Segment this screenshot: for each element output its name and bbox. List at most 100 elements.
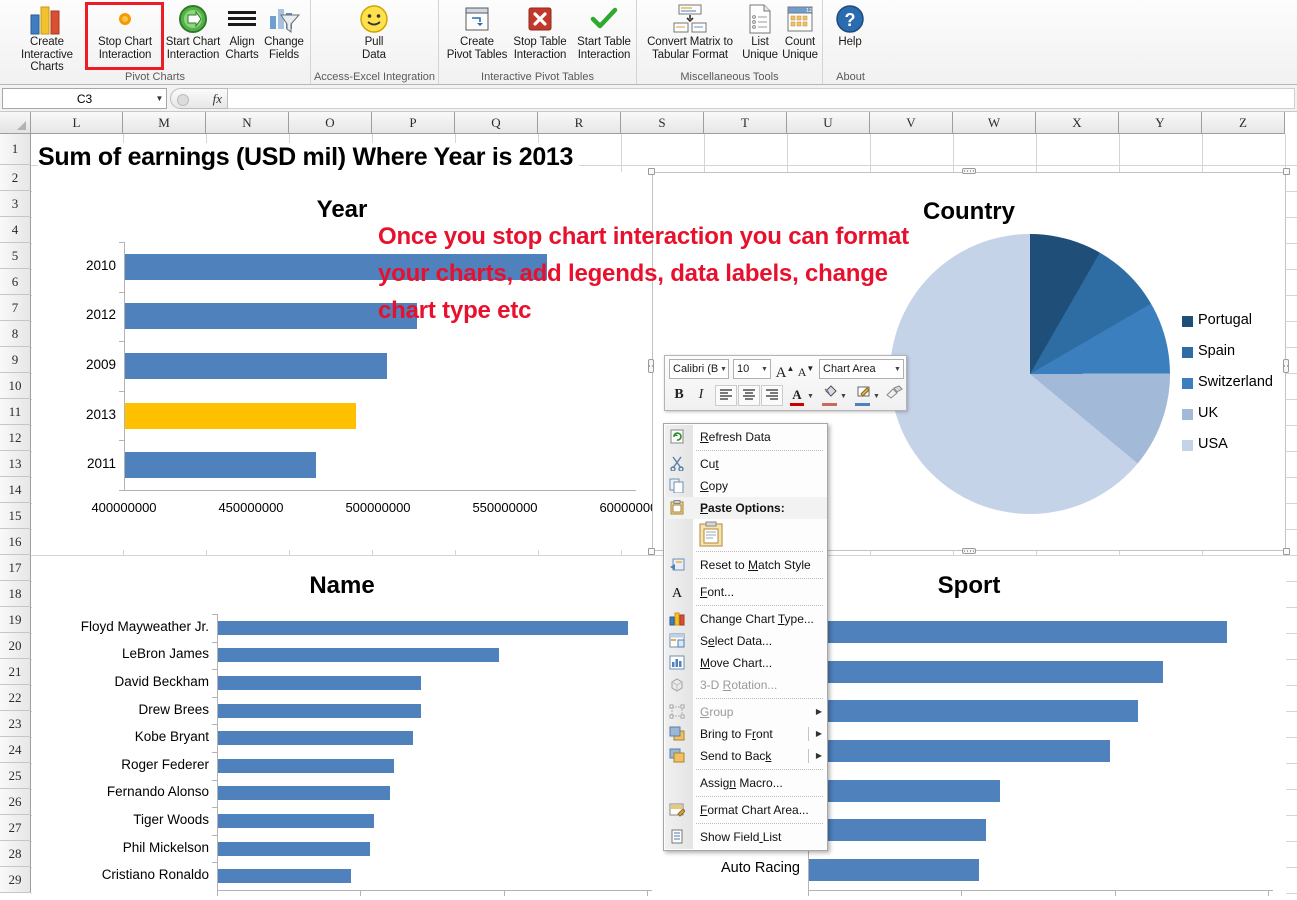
menu-item-font[interactable]: A Font... [664, 581, 827, 603]
row-header-28[interactable]: 28 [0, 841, 31, 867]
bar-2009[interactable] [125, 353, 387, 379]
align-right-icon[interactable] [761, 385, 783, 406]
bar-roger-federer[interactable] [218, 758, 394, 773]
row-header-3[interactable]: 3 [0, 191, 31, 217]
bar[interactable] [809, 660, 1163, 683]
align-left-icon[interactable] [715, 385, 737, 406]
bar[interactable] [809, 779, 1001, 802]
name-chart[interactable]: Name Floyd Mayweather Jr. LeBron James Dav… [32, 556, 652, 900]
row-header-17[interactable]: 17 [0, 555, 31, 581]
menu-item-refresh-data[interactable]: Refresh Data [664, 426, 827, 448]
row-header-27[interactable]: 27 [0, 815, 31, 841]
convert-matrix-button[interactable]: Convert Matrix to Tabular Format [642, 2, 738, 68]
column-header-R[interactable]: R [538, 112, 621, 134]
bar-phil-mickelson[interactable] [218, 841, 371, 856]
row-header-29[interactable]: 29 [0, 867, 31, 893]
font-name-dropdown-icon[interactable]: ▼ [720, 366, 727, 373]
row-header-18[interactable]: 18 [0, 581, 31, 607]
menu-item-format-chart-area[interactable]: Format Chart Area... [664, 799, 827, 821]
column-header-W[interactable]: W [953, 112, 1036, 134]
row-header-10[interactable]: 10 [0, 373, 31, 399]
resize-handle-mid[interactable] [962, 548, 976, 554]
chart-element-selector[interactable]: Chart Area [819, 359, 904, 379]
column-header-P[interactable]: P [372, 112, 455, 134]
legend-label-usa[interactable]: USA [1198, 436, 1228, 452]
menu-item-bring-to-front[interactable]: Bring to Front ▶ [664, 723, 827, 745]
bar[interactable] [809, 740, 1110, 762]
row-header-15[interactable]: 15 [0, 503, 31, 529]
row-header-1[interactable]: 1 [0, 134, 31, 165]
chart-element-dropdown-icon[interactable]: ▼ [894, 366, 901, 373]
legend-label-portugal[interactable]: Portugal [1198, 312, 1252, 328]
shape-outline-dropdown-icon[interactable]: ▼ [873, 393, 880, 400]
brush-icon[interactable] [884, 385, 906, 406]
bar-2013[interactable] [125, 402, 357, 429]
row-header-21[interactable]: 21 [0, 659, 31, 685]
bold-button[interactable]: B [669, 385, 689, 406]
font-color-button[interactable]: A [787, 385, 807, 406]
column-header-N[interactable]: N [206, 112, 289, 134]
row-header-8[interactable]: 8 [0, 321, 31, 347]
fill-color-dropdown-icon[interactable]: ▼ [840, 393, 847, 400]
column-header-Y[interactable]: Y [1119, 112, 1202, 134]
bar-cristiano-ronaldo[interactable] [218, 869, 351, 884]
row-header-5[interactable]: 5 [0, 243, 31, 269]
grow-font-button[interactable]: A▲ [775, 359, 795, 381]
bar-drew-brees[interactable] [218, 703, 422, 718]
pencil-icon[interactable] [853, 385, 873, 406]
column-header-L[interactable]: L [31, 112, 123, 134]
column-header-X[interactable]: X [1036, 112, 1119, 134]
help-button[interactable]: ? Help [826, 2, 874, 68]
bar-2011[interactable] [125, 452, 316, 479]
row-header-12[interactable]: 12 [0, 425, 31, 451]
row-header-20[interactable]: 20 [0, 633, 31, 659]
chart-context-menu[interactable]: Refresh Data Cut Copy Paste Options: Reset t… [663, 423, 828, 851]
pull-data-button[interactable]: Pull Data [342, 2, 406, 68]
bar-floyd-mayweather-jr-[interactable] [218, 620, 629, 635]
menu-item-reset-to-match-style[interactable]: Reset to Match Style [664, 554, 827, 576]
bar-2012[interactable] [125, 303, 418, 330]
bar[interactable] [809, 859, 979, 882]
menu-item-cut[interactable]: Cut [664, 453, 827, 475]
legend-label-uk[interactable]: UK [1198, 405, 1218, 421]
resize-handle-corner[interactable] [1283, 548, 1290, 555]
row-header-13[interactable]: 13 [0, 451, 31, 477]
font-size-dropdown-icon[interactable]: ▼ [761, 366, 768, 373]
row-header-24[interactable]: 24 [0, 737, 31, 763]
align-center-icon[interactable] [738, 385, 760, 406]
legend-label-spain[interactable]: Spain [1198, 343, 1235, 359]
name-box-dropdown-icon[interactable]: ▼ [152, 88, 167, 109]
row-header-6[interactable]: 6 [0, 269, 31, 295]
italic-button[interactable]: I [691, 385, 711, 406]
fx-icon[interactable]: fx [213, 91, 222, 107]
bar[interactable] [809, 700, 1139, 723]
start-chart-interaction-button[interactable]: Start Chart Interaction [158, 2, 228, 68]
fill-bucket-icon[interactable] [820, 385, 840, 406]
menu-item-paste-options[interactable]: Paste Options: [664, 497, 827, 519]
bar[interactable] [809, 620, 1227, 643]
font-color-dropdown-icon[interactable]: ▼ [807, 393, 814, 400]
bar-david-beckham[interactable] [218, 676, 422, 690]
row-header-11[interactable]: 11 [0, 399, 31, 425]
column-header-T[interactable]: T [704, 112, 787, 134]
resize-handle-corner[interactable] [648, 168, 655, 175]
legend-label-switzerland[interactable]: Switzerland [1198, 374, 1273, 390]
resize-handle-mid[interactable] [648, 358, 654, 373]
shrink-font-button[interactable]: A▼ [796, 359, 816, 380]
name-box[interactable]: C3 [2, 88, 167, 109]
row-header-7[interactable]: 7 [0, 295, 31, 321]
resize-handle-corner[interactable] [648, 548, 655, 555]
bar-kobe-bryant[interactable] [218, 731, 414, 746]
menu-item-assign-macro[interactable]: Assign Macro... [664, 772, 827, 794]
bar-fernando-alonso[interactable] [218, 786, 390, 801]
menu-item-select-data[interactable]: Select Data... [664, 630, 827, 652]
row-header-19[interactable]: 19 [0, 607, 31, 633]
select-all-corner[interactable] [0, 112, 31, 134]
formula-input[interactable] [228, 88, 1295, 109]
column-header-M[interactable]: M [123, 112, 206, 134]
row-header-14[interactable]: 14 [0, 477, 31, 503]
stop-table-interaction-button[interactable]: Stop Table Interaction [506, 2, 574, 68]
column-header-Z[interactable]: Z [1202, 112, 1285, 134]
row-header-16[interactable]: 16 [0, 529, 31, 555]
stop-chart-interaction-button[interactable]: Stop Chart Interaction [88, 2, 162, 68]
